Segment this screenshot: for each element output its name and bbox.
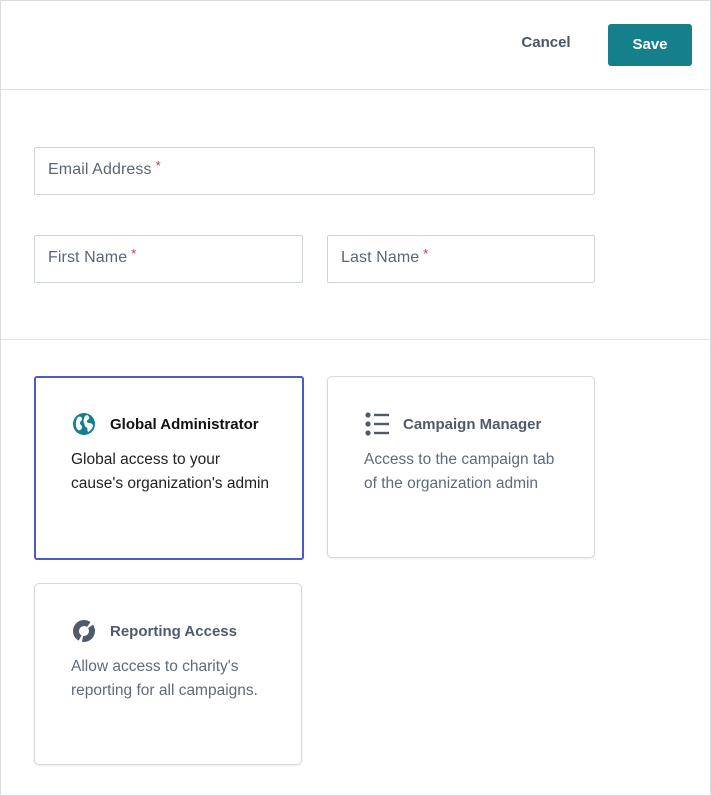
last-name-field-label: Last Name * [341,246,429,266]
role-card-description: Global access to your cause's organizati… [71,451,270,492]
header-bar: Cancel Save [1,1,710,90]
role-card-title: Campaign Manager [403,415,542,433]
email-field[interactable]: Email Address * [34,147,595,195]
role-card-header: Global Administrator [71,411,259,437]
last-name-field[interactable]: Last Name * [327,235,595,283]
role-card-campaign-manager[interactable]: Campaign Manager Access to the campaign … [327,376,595,558]
section-divider [1,339,710,340]
required-marker: * [423,246,429,261]
required-marker: * [131,246,137,261]
email-field-label: Email Address * [48,158,161,178]
save-button[interactable]: Save [608,24,692,66]
add-user-panel: Cancel Save Email Address * First Name * L… [0,0,711,796]
first-name-field-label: First Name * [48,246,137,266]
list-icon [364,411,390,437]
role-card-title: Global Administrator [110,415,259,433]
required-marker: * [155,158,161,173]
donut-chart-icon [71,618,97,644]
role-card-title: Reporting Access [110,622,237,640]
role-card-global-administrator[interactable]: Global Administrator Global access to yo… [34,376,304,560]
role-card-header: Campaign Manager [364,411,541,437]
role-card-description: Allow access to charity's reporting for … [71,658,258,699]
role-card-header: Reporting Access [71,618,237,644]
first-name-field[interactable]: First Name * [34,235,303,283]
cancel-button[interactable]: Cancel [506,29,586,57]
role-card-description: Access to the campaign tab of the organi… [364,451,555,492]
role-card-reporting-access[interactable]: Reporting Access Allow access to charity… [34,583,302,765]
globe-icon [71,411,97,437]
